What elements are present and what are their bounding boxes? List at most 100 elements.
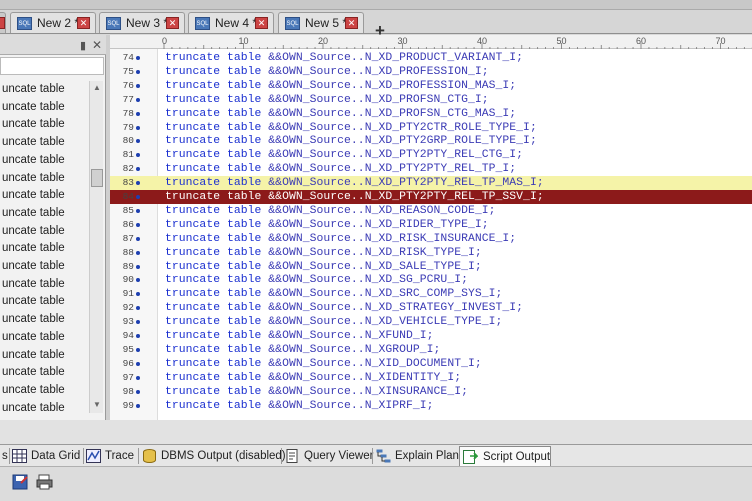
code-line[interactable]: 96 truncate table &&OWN_Source..N_XID_DOC… bbox=[110, 357, 752, 371]
scroll-down-icon[interactable]: ▼ bbox=[93, 400, 101, 409]
code-line[interactable]: 95 truncate table &&OWN_Source..N_XGROUP_… bbox=[110, 343, 752, 357]
list-item[interactable]: uncate table bbox=[2, 258, 65, 275]
sql-identifier: &&OWN_Source..N_XD_RIDER_TYPE_I; bbox=[261, 218, 489, 231]
code-line[interactable]: 82 truncate table &&OWN_Source..N_XD_PTY2… bbox=[110, 162, 752, 176]
filter-input[interactable] bbox=[0, 57, 104, 75]
tab-label: Trace bbox=[105, 450, 134, 462]
line-number: 80 bbox=[122, 135, 134, 147]
tab-script-output[interactable]: Script Output bbox=[459, 446, 551, 466]
close-icon[interactable]: ✕ bbox=[345, 17, 358, 29]
current-line[interactable]: 84 truncate table &&OWN_Source..N_XD_PTY2… bbox=[110, 190, 752, 204]
tab-trace[interactable]: Trace bbox=[86, 446, 136, 466]
list-item[interactable]: uncate table bbox=[2, 99, 65, 116]
list-item[interactable]: uncate table bbox=[2, 329, 65, 346]
ruler-label: 60 bbox=[636, 36, 647, 46]
list-item[interactable]: uncate table bbox=[2, 382, 65, 399]
sql-keyword: truncate table bbox=[165, 385, 262, 398]
code-line[interactable]: 78 truncate table &&OWN_Source..N_XD_PROF… bbox=[110, 107, 752, 121]
code-line[interactable]: 92 truncate table &&OWN_Source..N_XD_STRA… bbox=[110, 301, 752, 315]
tab-new-2[interactable]: SQL New 2 * ✕ bbox=[10, 12, 96, 33]
tab-new-5[interactable]: SQL New 5 * ✕ bbox=[278, 12, 364, 33]
close-icon[interactable]: ✕ bbox=[255, 17, 268, 29]
grid-icon bbox=[12, 449, 27, 463]
close-icon[interactable]: ✕ bbox=[166, 17, 179, 29]
list-item[interactable]: uncate table bbox=[2, 311, 65, 328]
sql-identifier: &&OWN_Source..N_XD_PTY2PTY_REL_TP_SSV_I; bbox=[261, 191, 544, 203]
code-line[interactable]: 88 truncate table &&OWN_Source..N_XD_RISK… bbox=[110, 246, 752, 260]
code-line[interactable]: 97 truncate table &&OWN_Source..N_XIDENTI… bbox=[110, 371, 752, 385]
tab-new-4[interactable]: SQL New 4 * ✕ bbox=[188, 12, 274, 33]
code-line[interactable]: 76 truncate table &&OWN_Source..N_XD_PROF… bbox=[110, 79, 752, 93]
list-item[interactable]: uncate table bbox=[2, 152, 65, 169]
code-line[interactable]: 87 truncate table &&OWN_Source..N_XD_RISK… bbox=[110, 232, 752, 246]
sql-keyword: truncate table bbox=[165, 316, 262, 329]
tab-data-grid[interactable]: Data Grid bbox=[12, 446, 82, 466]
pin-icon[interactable]: ▮ bbox=[80, 39, 86, 52]
sql-keyword: truncate table bbox=[165, 399, 262, 412]
tab-explain-plan[interactable]: Explain Plan bbox=[376, 446, 459, 466]
divider bbox=[83, 448, 84, 464]
code-line[interactable]: 77 truncate table &&OWN_Source..N_XD_PROF… bbox=[110, 93, 752, 107]
list-item[interactable]: uncate table bbox=[2, 347, 65, 364]
print-icon[interactable] bbox=[36, 474, 53, 490]
list-item[interactable]: uncate table bbox=[2, 223, 65, 240]
code-line[interactable]: 89 truncate table &&OWN_Source..N_XD_SALE… bbox=[110, 260, 752, 274]
code-line[interactable]: 79 truncate table &&OWN_Source..N_XD_PTY2… bbox=[110, 121, 752, 135]
tab-new-3[interactable]: SQL New 3 * ✕ bbox=[99, 12, 185, 33]
list-item[interactable]: uncate table bbox=[2, 240, 65, 257]
tab-label: Data Grid bbox=[31, 450, 81, 462]
list-item[interactable]: uncate table bbox=[2, 364, 65, 381]
close-icon[interactable]: ✕ bbox=[77, 17, 90, 29]
list-item[interactable]: uncate table bbox=[2, 400, 65, 411]
code-line[interactable]: 98 truncate table &&OWN_Source..N_XINSURA… bbox=[110, 385, 752, 399]
code-line[interactable]: 99 truncate table &&OWN_Source..N_XIPRF_I… bbox=[110, 399, 752, 413]
sql-identifier: &&OWN_Source..N_XD_STRATEGY_INVEST_I; bbox=[261, 302, 524, 315]
sql-identifier: &&OWN_Source..N_XD_REASON_CODE_I; bbox=[261, 204, 496, 217]
list-item[interactable]: uncate table bbox=[2, 293, 65, 310]
statement-marker-icon bbox=[136, 403, 140, 408]
sql-identifier: &&OWN_Source..N_XD_PTY2PTY_REL_CTG_I; bbox=[261, 149, 524, 162]
code-text: truncate table &&OWN_Source..N_XD_VEHICL… bbox=[165, 315, 502, 329]
code-text: truncate table &&OWN_Source..N_XD_PTY2GR… bbox=[165, 134, 537, 148]
code-line[interactable]: 80 truncate table &&OWN_Source..N_XD_PTY2… bbox=[110, 134, 752, 148]
close-icon[interactable] bbox=[0, 17, 5, 29]
list-item[interactable]: uncate table bbox=[2, 205, 65, 222]
list-item[interactable]: uncate table bbox=[2, 116, 65, 133]
statement-marker-icon bbox=[136, 306, 140, 311]
list-item[interactable]: uncate table bbox=[2, 187, 65, 204]
sql-editor[interactable]: 0 10 20 30 40 50 60 70 74 truncate table &&OWN_S… bbox=[110, 35, 752, 420]
code-line[interactable]: 83 truncate table &&OWN_Source..N_XD_PTY2… bbox=[110, 176, 752, 191]
code-line[interactable]: 86 truncate table &&OWN_Source..N_XD_RIDE… bbox=[110, 218, 752, 232]
line-number: 90 bbox=[122, 274, 134, 286]
list-item[interactable]: uncate table bbox=[2, 134, 65, 151]
code-line[interactable]: 94 truncate table &&OWN_Source..N_XFUND_I… bbox=[110, 329, 752, 343]
code-line[interactable]: 81 truncate table &&OWN_Source..N_XD_PTY2… bbox=[110, 148, 752, 162]
code-line[interactable]: 74 truncate table &&OWN_Source..N_XD_PROD… bbox=[110, 51, 752, 65]
list-item[interactable]: uncate table bbox=[2, 81, 65, 98]
close-icon[interactable]: ✕ bbox=[92, 38, 102, 52]
code-text: truncate table &&OWN_Source..N_XD_PTY2PT… bbox=[165, 162, 516, 176]
statement-marker-icon bbox=[136, 208, 140, 213]
list-item[interactable]: uncate table bbox=[2, 170, 65, 187]
code-line[interactable]: 75 truncate table &&OWN_Source..N_XD_PROF… bbox=[110, 65, 752, 79]
sql-keyword: truncate table bbox=[165, 177, 262, 190]
save-icon[interactable] bbox=[12, 474, 29, 490]
scrollbar-thumb[interactable] bbox=[91, 169, 103, 187]
tab-dbms-output[interactable]: DBMS Output (disabled) bbox=[142, 446, 286, 466]
code-line[interactable]: 85 truncate table &&OWN_Source..N_XD_REAS… bbox=[110, 204, 752, 218]
statement-marker-icon bbox=[136, 250, 140, 255]
list-item[interactable]: uncate table bbox=[2, 276, 65, 293]
code-line[interactable]: 91 truncate table &&OWN_Source..N_XD_SRC_… bbox=[110, 287, 752, 301]
sql-identifier: &&OWN_Source..N_XD_SRC_COMP_SYS_I; bbox=[261, 288, 503, 301]
code-line[interactable]: 90 truncate table &&OWN_Source..N_XD_SG_P… bbox=[110, 273, 752, 287]
column-ruler: 0 10 20 30 40 50 60 70 bbox=[110, 35, 752, 49]
left-panel-scrollbar[interactable]: ▲ ▼ bbox=[89, 81, 103, 413]
scroll-up-icon[interactable]: ▲ bbox=[93, 83, 101, 92]
sql-identifier: &&OWN_Source..N_XID_DOCUMENT_I; bbox=[261, 357, 482, 370]
sql-keyword: truncate table bbox=[165, 52, 262, 64]
sql-keyword: truncate table bbox=[165, 79, 262, 92]
tab-hidden-left[interactable] bbox=[0, 12, 6, 33]
tab-query-viewer[interactable]: Query Viewer bbox=[285, 446, 373, 466]
code-line[interactable]: 93 truncate table &&OWN_Source..N_XD_VEHI… bbox=[110, 315, 752, 329]
trace-icon bbox=[86, 449, 101, 463]
